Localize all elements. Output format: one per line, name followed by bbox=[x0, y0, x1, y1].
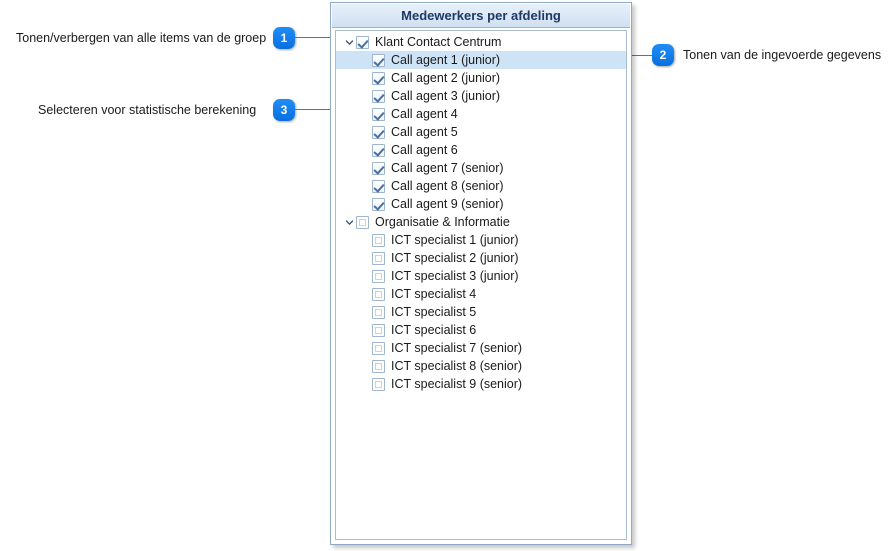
group-checkbox[interactable] bbox=[356, 35, 369, 49]
tree-item-row[interactable]: ICT specialist 3 (junior) bbox=[336, 267, 626, 285]
item-label: Call agent 1 (junior) bbox=[391, 53, 501, 67]
group-label: Organisatie & Informatie bbox=[375, 215, 510, 229]
item-checkbox[interactable] bbox=[372, 377, 385, 391]
tree-item-row[interactable]: Call agent 4 bbox=[336, 105, 626, 123]
item-label: Call agent 3 (junior) bbox=[391, 89, 501, 103]
group-label: Klant Contact Centrum bbox=[375, 35, 502, 49]
item-label: ICT specialist 6 bbox=[391, 323, 477, 337]
item-label: ICT specialist 7 (senior) bbox=[391, 341, 523, 355]
item-label: ICT specialist 1 (junior) bbox=[391, 233, 519, 247]
item-label: Call agent 9 (senior) bbox=[391, 197, 504, 211]
chevron-down-icon[interactable] bbox=[342, 38, 356, 47]
item-checkbox[interactable] bbox=[372, 161, 385, 175]
item-label: Call agent 8 (senior) bbox=[391, 179, 504, 193]
item-checkbox[interactable] bbox=[372, 71, 385, 85]
tree-item-row[interactable]: Call agent 1 (junior) bbox=[336, 51, 626, 69]
item-label: ICT specialist 2 (junior) bbox=[391, 251, 519, 265]
item-checkbox[interactable] bbox=[372, 179, 385, 193]
item-label: ICT specialist 4 bbox=[391, 287, 477, 301]
item-checkbox[interactable] bbox=[372, 89, 385, 103]
annotation-1-label: Tonen/verbergen van alle items van de gr… bbox=[16, 31, 267, 45]
tree-item-row[interactable]: ICT specialist 4 bbox=[336, 285, 626, 303]
item-label: Call agent 5 bbox=[391, 125, 458, 139]
tree-item-row[interactable]: ICT specialist 7 (senior) bbox=[336, 339, 626, 357]
tree-item-row[interactable]: Call agent 3 (junior) bbox=[336, 87, 626, 105]
department-tree[interactable]: Klant Contact Centrum Call agent 1 (junio… bbox=[336, 31, 626, 393]
item-checkbox[interactable] bbox=[372, 143, 385, 157]
tree-group-row[interactable]: Klant Contact Centrum bbox=[336, 33, 626, 51]
item-checkbox[interactable] bbox=[372, 305, 385, 319]
tree-item-row[interactable]: Call agent 5 bbox=[336, 123, 626, 141]
item-label: Call agent 7 (senior) bbox=[391, 161, 504, 175]
item-checkbox[interactable] bbox=[372, 359, 385, 373]
department-tree-container[interactable]: Klant Contact Centrum Call agent 1 (junio… bbox=[335, 30, 627, 540]
tree-item-row[interactable]: ICT specialist 1 (junior) bbox=[336, 231, 626, 249]
item-checkbox[interactable] bbox=[372, 341, 385, 355]
tree-item-row[interactable]: ICT specialist 6 bbox=[336, 321, 626, 339]
item-label: Call agent 4 bbox=[391, 107, 458, 121]
item-label: ICT specialist 9 (senior) bbox=[391, 377, 523, 391]
item-label: Call agent 6 bbox=[391, 143, 458, 157]
tree-item-row[interactable]: ICT specialist 2 (junior) bbox=[336, 249, 626, 267]
tree-group-row[interactable]: Organisatie & Informatie bbox=[336, 213, 626, 231]
annotation-1-badge: 1 bbox=[273, 27, 295, 49]
annotation-3-label: Selecteren voor statistische berekening bbox=[38, 103, 257, 117]
item-checkbox[interactable] bbox=[372, 287, 385, 301]
tree-item-row[interactable]: ICT specialist 5 bbox=[336, 303, 626, 321]
item-label: ICT specialist 3 (junior) bbox=[391, 269, 519, 283]
group-checkbox[interactable] bbox=[356, 215, 369, 229]
tree-item-row[interactable]: ICT specialist 9 (senior) bbox=[336, 375, 626, 393]
tree-item-row[interactable]: Call agent 8 (senior) bbox=[336, 177, 626, 195]
annotation-3-badge: 3 bbox=[273, 99, 295, 121]
annotation-2-label: Tonen van de ingevoerde gegevens bbox=[683, 48, 882, 62]
chevron-down-icon[interactable] bbox=[342, 218, 356, 227]
item-label: Call agent 2 (junior) bbox=[391, 71, 501, 85]
tree-item-row[interactable]: Call agent 9 (senior) bbox=[336, 195, 626, 213]
item-label: ICT specialist 8 (senior) bbox=[391, 359, 523, 373]
item-checkbox[interactable] bbox=[372, 251, 385, 265]
tree-item-row[interactable]: Call agent 6 bbox=[336, 141, 626, 159]
item-checkbox[interactable] bbox=[372, 233, 385, 247]
tree-item-row[interactable]: Call agent 7 (senior) bbox=[336, 159, 626, 177]
panel-title: Medewerkers per afdeling bbox=[332, 4, 630, 28]
item-checkbox[interactable] bbox=[372, 107, 385, 121]
item-label: ICT specialist 5 bbox=[391, 305, 477, 319]
item-checkbox[interactable] bbox=[372, 53, 385, 67]
item-checkbox[interactable] bbox=[372, 197, 385, 211]
annotation-2-badge: 2 bbox=[652, 44, 674, 66]
item-checkbox[interactable] bbox=[372, 323, 385, 337]
item-checkbox[interactable] bbox=[372, 269, 385, 283]
tree-item-row[interactable]: Call agent 2 (junior) bbox=[336, 69, 626, 87]
item-checkbox[interactable] bbox=[372, 125, 385, 139]
employees-panel: Medewerkers per afdeling Klant Contact C… bbox=[330, 2, 632, 545]
tree-item-row[interactable]: ICT specialist 8 (senior) bbox=[336, 357, 626, 375]
